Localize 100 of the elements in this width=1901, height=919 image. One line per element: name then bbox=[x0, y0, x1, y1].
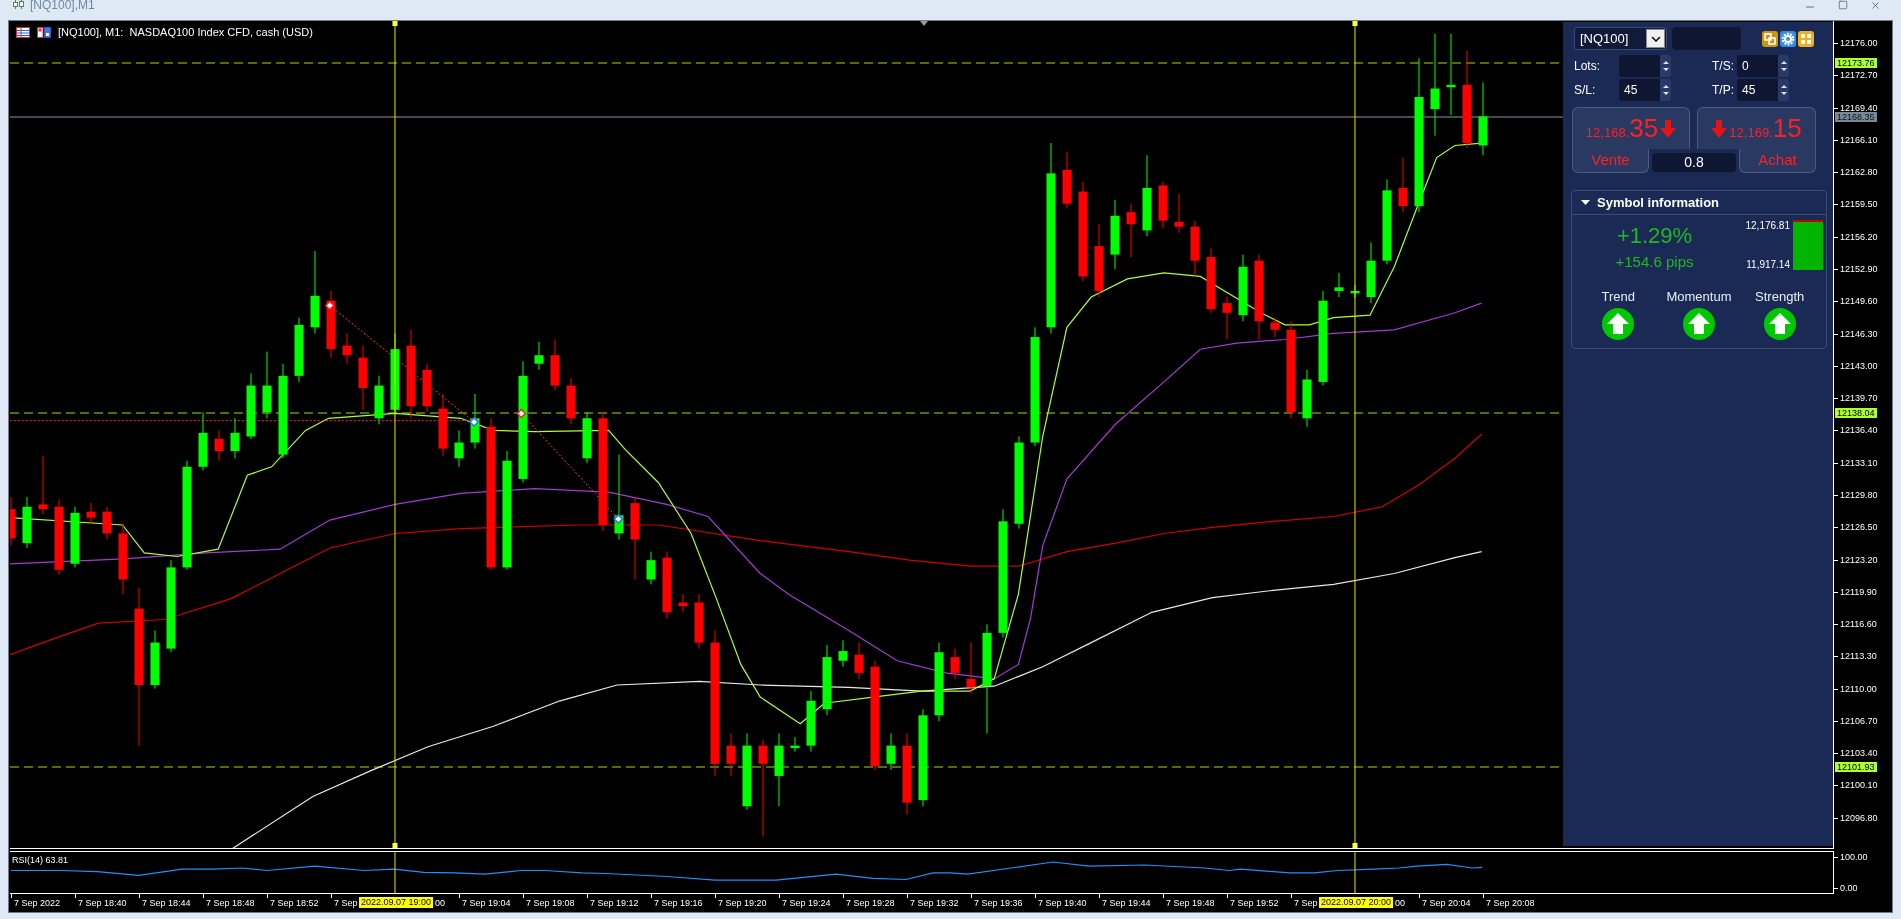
price-tick-label: 12136.40 bbox=[1840, 425, 1878, 436]
time-label: 7 Sep 19:12 bbox=[590, 898, 639, 908]
price-tick-label: 12149.60 bbox=[1840, 296, 1878, 307]
input-field[interactable] bbox=[1672, 27, 1741, 50]
time-label: 7 Sep 2022 bbox=[14, 898, 61, 908]
vertical-marker-line[interactable] bbox=[392, 21, 398, 848]
settings-icon[interactable] bbox=[1780, 30, 1796, 47]
bearish-candle bbox=[422, 363, 432, 413]
bearish-candle bbox=[1206, 248, 1216, 314]
bearish-candle bbox=[342, 332, 352, 365]
field-label: Lots: bbox=[1574, 58, 1600, 75]
bearish-candle bbox=[550, 338, 560, 391]
bearish-candle bbox=[1062, 151, 1072, 210]
bearish-candle bbox=[86, 502, 96, 525]
price-tick-label: 12162.80 bbox=[1840, 167, 1878, 178]
spin-down-icon[interactable] bbox=[1662, 92, 1669, 95]
spinner[interactable] bbox=[1660, 55, 1671, 77]
vertical-marker-line[interactable] bbox=[394, 852, 396, 893]
spin-up-icon[interactable] bbox=[1662, 85, 1669, 88]
cursor-time-label: 2022.09.07 19:00 bbox=[359, 897, 434, 908]
two-panels-icon[interactable] bbox=[37, 26, 51, 38]
triangle-marker-icon[interactable] bbox=[920, 21, 928, 26]
bullish-candle bbox=[822, 644, 832, 716]
time-label: 00 bbox=[435, 898, 445, 908]
time-label: 7 Sep 19:16 bbox=[654, 898, 703, 908]
window-title: [NQ100],M1 bbox=[30, 0, 95, 11]
bullish-candle bbox=[534, 341, 544, 371]
input-field[interactable] bbox=[1619, 55, 1660, 77]
time-label: 7 Sep 20:04 bbox=[1422, 898, 1471, 908]
grid-icon[interactable] bbox=[1798, 30, 1814, 47]
bullish-candle bbox=[1110, 199, 1120, 270]
chevron-down-icon bbox=[1650, 35, 1661, 42]
input-field[interactable]: 0 bbox=[1737, 55, 1778, 77]
spin-down-icon[interactable] bbox=[1662, 68, 1669, 71]
bearish-candle bbox=[966, 642, 976, 694]
price-tick-label: 12143.00 bbox=[1840, 360, 1878, 371]
input-field[interactable]: 45 bbox=[1737, 79, 1778, 101]
dropdown-button[interactable] bbox=[1646, 29, 1665, 48]
bearish-candle bbox=[438, 393, 448, 457]
spin-up-icon[interactable] bbox=[1662, 61, 1669, 64]
bearish-candle bbox=[1270, 317, 1280, 338]
time-label: 7 Sep 19:28 bbox=[846, 898, 895, 908]
change-pips: +154.6 pips bbox=[1615, 253, 1694, 271]
time-label: 7 Sep 18:40 bbox=[78, 898, 127, 908]
cursor-time-label: 2022.09.07 20:00 bbox=[1319, 897, 1394, 908]
bearish-candle bbox=[694, 593, 704, 650]
table-icon[interactable] bbox=[16, 26, 30, 38]
signal-label: Momentum bbox=[1666, 289, 1732, 304]
time-label: 7 Sep 19:32 bbox=[910, 898, 959, 908]
trade-marker-icon bbox=[516, 408, 527, 419]
range-low: 11,917.14 bbox=[1746, 260, 1790, 270]
bearish-candle bbox=[854, 642, 864, 680]
bullish-candle bbox=[22, 496, 32, 549]
symbol-select[interactable]: [NQ100] bbox=[1574, 27, 1667, 50]
close-icon[interactable] bbox=[1870, 0, 1881, 11]
bearish-candle bbox=[358, 345, 368, 411]
spinner[interactable] bbox=[1778, 79, 1789, 101]
bullish-candle bbox=[1238, 254, 1248, 322]
bearish-candle bbox=[10, 496, 16, 547]
input-field[interactable]: 45 bbox=[1619, 79, 1660, 101]
time-label: 7 Sep 20:08 bbox=[1486, 898, 1535, 908]
price-tick-label: 12113.30 bbox=[1840, 651, 1877, 662]
bullish-candle bbox=[1334, 272, 1344, 298]
spinner[interactable] bbox=[1778, 55, 1789, 77]
spin-up-icon[interactable] bbox=[1780, 85, 1787, 88]
price-tick-label: 12116.60 bbox=[1840, 619, 1877, 630]
spin-down-icon[interactable] bbox=[1780, 68, 1787, 71]
bullish-candle bbox=[1366, 242, 1376, 304]
price-tick-label: 12152.90 bbox=[1840, 263, 1878, 274]
bullish-candle bbox=[790, 736, 800, 753]
maximize-icon[interactable] bbox=[1838, 0, 1848, 10]
vertical-marker-line[interactable] bbox=[1354, 852, 1356, 893]
volume-field[interactable]: 0.8 bbox=[1652, 153, 1736, 172]
time-label: 7 Sep 19:44 bbox=[1102, 898, 1151, 908]
down-arrow-icon bbox=[1660, 119, 1677, 138]
price-tick-label: 12159.50 bbox=[1840, 199, 1878, 210]
bearish-candle bbox=[566, 377, 576, 425]
time-label: 7 Sep 19:40 bbox=[1038, 898, 1087, 908]
price-tick-label: 12129.80 bbox=[1840, 489, 1878, 500]
price-tick-label: 12133.10 bbox=[1840, 457, 1878, 468]
rsi-label: RSI(14) 63.81 bbox=[12, 855, 69, 865]
field-label: T/P: bbox=[1712, 82, 1734, 99]
signal-label: Trend bbox=[1601, 289, 1636, 304]
section-header[interactable]: Symbol information bbox=[1572, 191, 1826, 215]
time-label: 7 Sep 19:36 bbox=[974, 898, 1023, 908]
spin-down-icon[interactable] bbox=[1780, 92, 1787, 95]
down-arrow-icon bbox=[1711, 119, 1728, 138]
spin-up-icon[interactable] bbox=[1780, 61, 1787, 64]
bearish-candle bbox=[1222, 296, 1232, 340]
bearish-candle bbox=[118, 523, 128, 595]
price-tick-label: 12096.80 bbox=[1840, 812, 1878, 823]
price-marker: 12168.35 bbox=[1835, 112, 1877, 122]
spinner[interactable] bbox=[1660, 79, 1671, 101]
bearish-candle bbox=[214, 429, 224, 462]
vertical-marker-line[interactable] bbox=[1352, 21, 1358, 848]
copy-icon[interactable] bbox=[1762, 30, 1778, 47]
bullish-candle bbox=[454, 429, 464, 468]
time-label: 7 Sep 19:20 bbox=[718, 898, 767, 908]
price-tick-label: 12176.00 bbox=[1840, 38, 1878, 48]
bearish-candle bbox=[1126, 203, 1136, 258]
